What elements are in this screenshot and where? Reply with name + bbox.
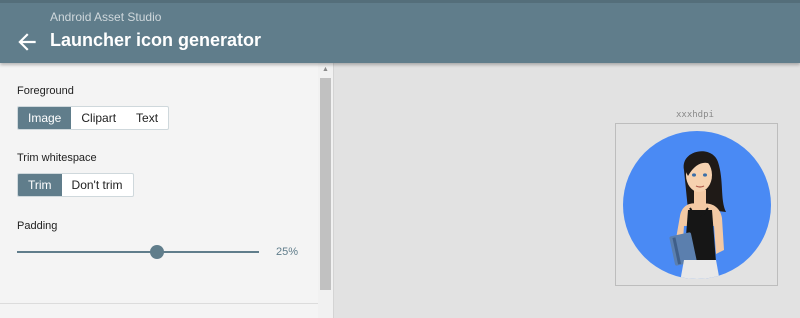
arrow-back-icon <box>18 33 36 51</box>
scrollbar-thumb[interactable] <box>320 78 331 290</box>
trim-toggle: Trim Don't trim <box>17 173 134 197</box>
padding-label: Padding <box>17 220 58 232</box>
foreground-option-clipart[interactable]: Clipart <box>71 107 126 129</box>
padding-slider-thumb[interactable] <box>150 245 164 259</box>
trim-option-dont-trim[interactable]: Don't trim <box>62 174 133 196</box>
density-label: xxxhdpi <box>676 110 714 120</box>
foreground-option-image[interactable]: Image <box>18 107 72 129</box>
settings-panel: Foreground Image Clipart Text Trim white… <box>0 63 334 318</box>
foreground-label: Foreground <box>17 85 74 97</box>
app-title: Android Asset Studio <box>50 10 162 24</box>
panel-scrollbar[interactable]: ▲ <box>318 63 333 318</box>
trim-whitespace-label: Trim whitespace <box>17 152 97 164</box>
icon-preview <box>615 123 778 286</box>
foreground-option-text[interactable]: Text <box>126 107 168 129</box>
foreground-toggle: Image Clipart Text <box>17 106 170 130</box>
section-divider <box>0 303 318 304</box>
padding-slider-track[interactable] <box>17 251 259 253</box>
padding-value: 25% <box>276 246 299 258</box>
app-bar: Android Asset Studio Launcher icon gener… <box>0 0 800 63</box>
page-title: Launcher icon generator <box>50 30 262 50</box>
scroll-up-arrow-icon[interactable]: ▲ <box>318 65 333 75</box>
launcher-icon-preview <box>623 131 771 279</box>
trim-option-trim[interactable]: Trim <box>18 174 62 196</box>
back-button[interactable] <box>14 29 40 55</box>
